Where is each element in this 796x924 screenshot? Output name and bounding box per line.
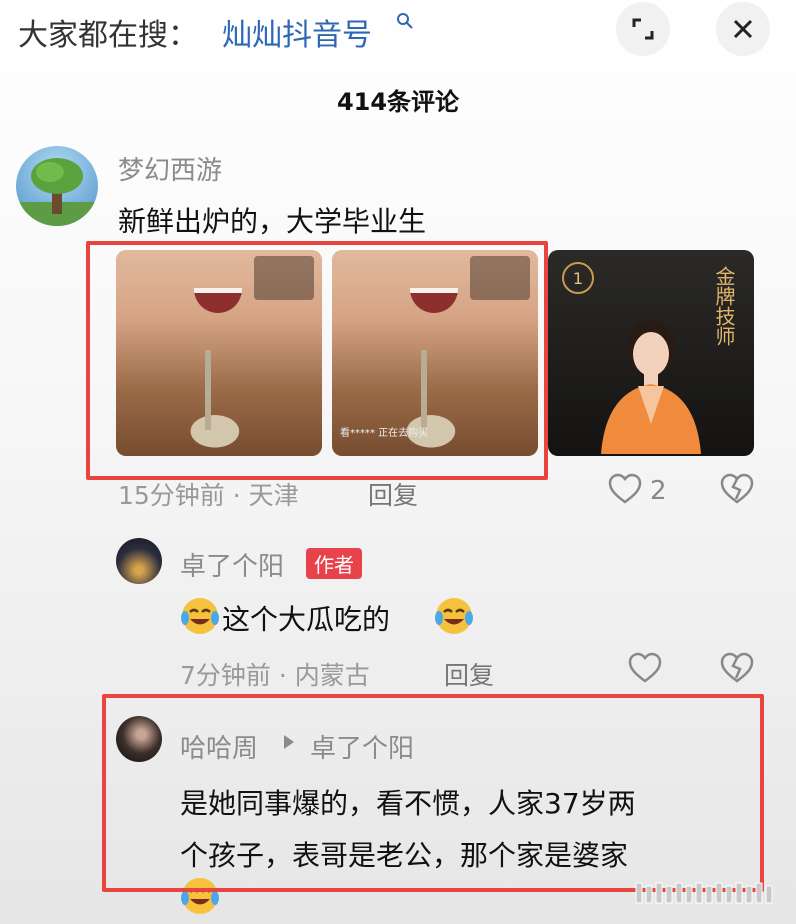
dislike-button[interactable] — [720, 473, 754, 505]
comment-image-3[interactable]: 1 金牌技师 — [548, 250, 754, 456]
like-button[interactable] — [608, 473, 642, 505]
comment-username[interactable]: 卓了个阳 — [180, 546, 284, 583]
comment-text: 这个大瓜吃的 — [222, 603, 391, 636]
close-icon — [733, 19, 753, 39]
comment-username[interactable]: 梦幻西游 — [118, 150, 222, 187]
comment-meta: 7分钟前 · 内蒙古 — [180, 661, 370, 690]
expand-icon — [632, 18, 654, 40]
reply-button[interactable]: 回复 — [368, 476, 418, 512]
heart-icon — [608, 473, 642, 504]
tree-avatar-image — [16, 158, 98, 226]
search-icon — [397, 13, 413, 29]
avatar[interactable] — [116, 538, 162, 584]
comment-text: 新鲜出炉的，大学毕业生 — [118, 205, 427, 238]
highlight-box — [86, 241, 548, 480]
search-suggestion-link[interactable]: 灿灿抖音号 — [222, 10, 372, 54]
medal-badge: 1 — [562, 262, 594, 294]
laughing-crying-emoji-icon — [181, 598, 219, 634]
highlight-box — [102, 694, 764, 892]
laughing-crying-emoji-icon — [435, 598, 473, 634]
woman-figure-image — [601, 320, 701, 454]
broken-heart-icon — [720, 652, 754, 683]
expand-button[interactable] — [616, 2, 670, 56]
watermark-logo — [635, 882, 773, 904]
heart-icon — [628, 652, 662, 683]
broken-heart-icon — [720, 473, 754, 504]
avatar[interactable] — [16, 146, 98, 226]
like-button[interactable] — [628, 652, 662, 684]
search-prefix: 大家都在搜： — [18, 18, 198, 53]
comment-meta: 15分钟前 · 天津 — [118, 481, 299, 510]
like-count: 2 — [650, 476, 667, 506]
close-button[interactable] — [716, 2, 770, 56]
dislike-button[interactable] — [720, 652, 754, 684]
comment-count-title: 414条评论 — [336, 88, 460, 116]
reply-button[interactable]: 回复 — [444, 656, 494, 692]
author-badge: 作者 — [306, 548, 362, 579]
